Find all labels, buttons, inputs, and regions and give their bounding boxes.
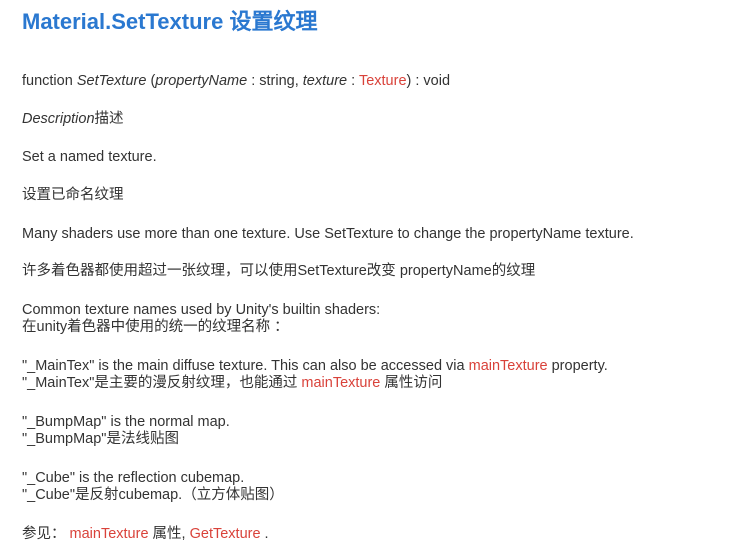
para-bumpmap: "_BumpMap" is the normal map. "_BumpMap"… <box>22 414 230 448</box>
maintex-en: "_MainTex" is the main diffuse texture. … <box>22 358 608 375</box>
text: . <box>260 526 269 542</box>
bump-en: "_BumpMap" is the normal map. <box>22 414 230 430</box>
para-set-en: Set a named texture. <box>22 149 157 165</box>
return-type: ) : void <box>406 73 451 89</box>
text: "_MainTex" is the main diffuse texture. … <box>22 358 469 374</box>
para-many-en: Many shaders use more than one texture. … <box>22 226 634 242</box>
maintexture-link[interactable]: mainTexture <box>70 526 149 542</box>
function-name: SetTexture <box>76 73 147 89</box>
see-also-label: 参见： <box>22 526 70 542</box>
bump-cn: "_BumpMap"是法线贴图 <box>22 431 179 447</box>
text: property. <box>547 358 608 374</box>
param-name: texture <box>302 73 348 89</box>
para-common: Common texture names used by Unity's bui… <box>22 302 380 336</box>
description-heading: Description描述 <box>22 111 124 128</box>
page-title: Material.SetTexture 设置纹理 <box>22 9 318 34</box>
para-maintex: "_MainTex" is the main diffuse texture. … <box>22 358 608 392</box>
param-type: : string, <box>247 73 303 89</box>
para-cube: "_Cube" is the reflection cubemap. "_Cub… <box>22 470 284 504</box>
separator: : <box>347 73 359 89</box>
maintexture-link[interactable]: mainTexture <box>301 375 380 391</box>
text: "_MainTex"是主要的漫反射纹理，也能通过 <box>22 375 302 391</box>
keyword: function <box>22 73 73 89</box>
cube-en: "_Cube" is the reflection cubemap. <box>22 470 245 486</box>
text: 属性访问 <box>380 375 443 391</box>
common-cn: 在unity着色器中使用的统一的纹理名称 ： <box>22 319 289 335</box>
function-signature: function SetTexture (propertyName : stri… <box>22 73 450 90</box>
cube-cn: "_Cube"是反射cubemap.（立方体贴图） <box>22 487 284 503</box>
description-label-cn: 描述 <box>94 111 124 127</box>
see-also: 参见： mainTexture 属性, GetTexture . <box>22 526 269 543</box>
param-name: propertyName <box>155 73 248 89</box>
common-en: Common texture names used by Unity's bui… <box>22 302 381 318</box>
texture-type-link[interactable]: Texture <box>359 73 407 89</box>
text: 属性, <box>148 526 190 542</box>
gettexture-link[interactable]: GetTexture <box>190 526 261 542</box>
maintex-cn: "_MainTex"是主要的漫反射纹理，也能通过 mainTexture 属性访… <box>22 375 608 392</box>
para-many-cn: 许多着色器都使用超过一张纹理，可以使用SetTexture改变 property… <box>22 263 536 279</box>
description-label: Description <box>22 111 95 127</box>
maintexture-link[interactable]: mainTexture <box>469 358 548 374</box>
para-set-cn: 设置已命名纹理 <box>22 187 124 203</box>
